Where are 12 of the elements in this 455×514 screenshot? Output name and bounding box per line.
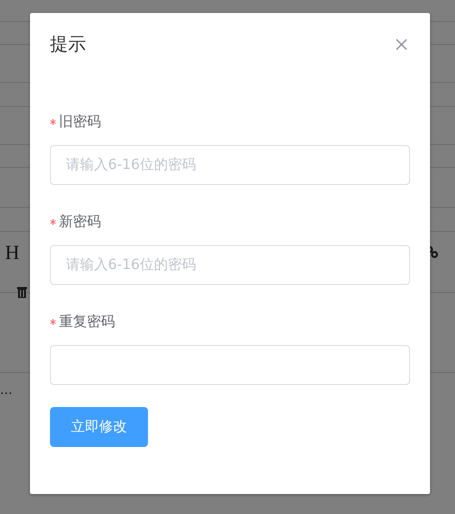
password-field[interactable]: 请输入6-16位的密码 xyxy=(50,245,410,285)
close-icon[interactable] xyxy=(396,39,407,50)
dialog-title: 提示 xyxy=(50,33,86,57)
text-snippet: ... xyxy=(0,382,14,398)
trash-icon[interactable] xyxy=(17,286,27,298)
submit-button[interactable]: 立即修改 xyxy=(50,407,148,447)
heading-button[interactable]: H xyxy=(5,242,20,265)
field-label: 旧密码 xyxy=(59,113,101,131)
field-label: 重复密码 xyxy=(59,313,115,331)
password-field[interactable] xyxy=(50,345,410,385)
field-label: 新密码 xyxy=(59,213,101,231)
password-field[interactable]: 请输入6-16位的密码 xyxy=(50,145,410,185)
